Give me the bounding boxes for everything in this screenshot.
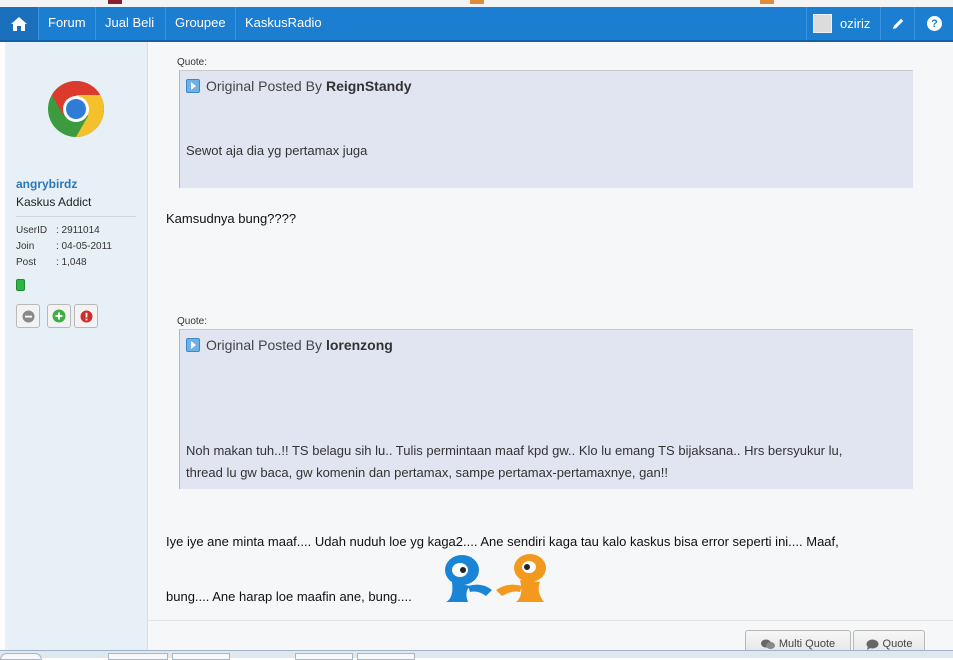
- home-button[interactable]: [0, 7, 38, 40]
- chat-bubble-icon: [866, 639, 879, 650]
- block-user-button[interactable]: [16, 304, 40, 328]
- stat-label: Post: [16, 257, 37, 268]
- pencil-icon: [892, 18, 903, 29]
- help-icon: ?: [927, 16, 942, 31]
- nav-groupee[interactable]: Groupee: [165, 7, 235, 40]
- view-post-icon[interactable]: [186, 338, 200, 352]
- help-button[interactable]: ?: [914, 7, 953, 40]
- chrome-avatar-icon[interactable]: [47, 80, 105, 138]
- stat-value: : 1,048: [56, 257, 87, 268]
- plus-circle-icon: [52, 309, 66, 323]
- home-icon: [11, 16, 27, 31]
- post-username[interactable]: angrybirdz: [16, 177, 77, 191]
- stat-value: : 04-05-2011: [56, 241, 112, 252]
- stat-userid: UserID : 2911014: [16, 225, 100, 236]
- stat-label: UserID: [16, 225, 48, 236]
- quote-prefix: Original Posted By: [206, 337, 322, 353]
- quote-label: Quote:: [177, 57, 208, 68]
- quote-text: Noh makan tuh..!! TS belagu sih lu.. Tul…: [186, 443, 843, 458]
- reply-text: Iye iye ane minta maaf.... Udah nuduh lo…: [166, 534, 839, 549]
- reply-text: bung.... Ane harap loe maafin ane, bung.…: [166, 589, 412, 604]
- quote-author[interactable]: ReignStandy: [326, 78, 412, 94]
- view-post-icon[interactable]: [186, 79, 200, 93]
- top-navbar: Forum Jual Beli Groupee KaskusRadio ozir…: [0, 7, 953, 42]
- quote-box-2: Original Posted By lorenzong Noh makan t…: [179, 329, 913, 489]
- report-button[interactable]: [74, 304, 98, 328]
- reply-text: Kamsudnya bung????: [166, 211, 297, 226]
- user-menu[interactable]: oziriz: [806, 7, 870, 40]
- quote-prefix: Original Posted By: [206, 78, 322, 94]
- quote-label: Quote:: [177, 316, 208, 327]
- quote-author[interactable]: lorenzong: [326, 337, 393, 353]
- quote-header: Original Posted By ReignStandy: [186, 78, 412, 94]
- minus-circle-icon: [22, 310, 34, 322]
- quote-header: Original Posted By lorenzong: [186, 337, 393, 353]
- add-friend-button[interactable]: [47, 304, 71, 328]
- user-avatar: [813, 14, 832, 33]
- nav-kaskusradio[interactable]: KaskusRadio: [235, 7, 331, 40]
- nav-username: oziriz: [840, 16, 871, 31]
- nav-jual-beli[interactable]: Jual Beli: [95, 7, 163, 40]
- stat-join: Join : 04-05-2011: [16, 241, 112, 252]
- quote-button-label: Quote: [882, 638, 913, 650]
- sidebar-divider: [16, 216, 136, 217]
- user-rank: Kaskus Addict: [16, 195, 92, 209]
- multi-quote-label: Multi Quote: [778, 638, 836, 650]
- browser-top-strip: [0, 0, 953, 7]
- user-sidebar: angrybirdz Kaskus Addict UserID : 2911014…: [5, 42, 148, 657]
- stat-value: : 2911014: [56, 225, 100, 236]
- stat-label: Join: [16, 241, 35, 252]
- nav-forum[interactable]: Forum: [38, 7, 95, 40]
- quote-box-1: Original Posted By ReignStandy Sewot aja…: [179, 70, 913, 188]
- handshake-emoticon-icon: [445, 554, 546, 602]
- chat-bubbles-icon: [760, 639, 775, 649]
- quote-text: Sewot aja dia yg pertamax juga: [186, 143, 368, 158]
- online-status-icon: [16, 279, 25, 291]
- quote-text: thread lu gw baca, gw komenin dan pertam…: [186, 465, 668, 480]
- alert-icon: [80, 310, 92, 322]
- edit-button[interactable]: [880, 7, 914, 40]
- stat-post: Post : 1,048: [16, 257, 87, 268]
